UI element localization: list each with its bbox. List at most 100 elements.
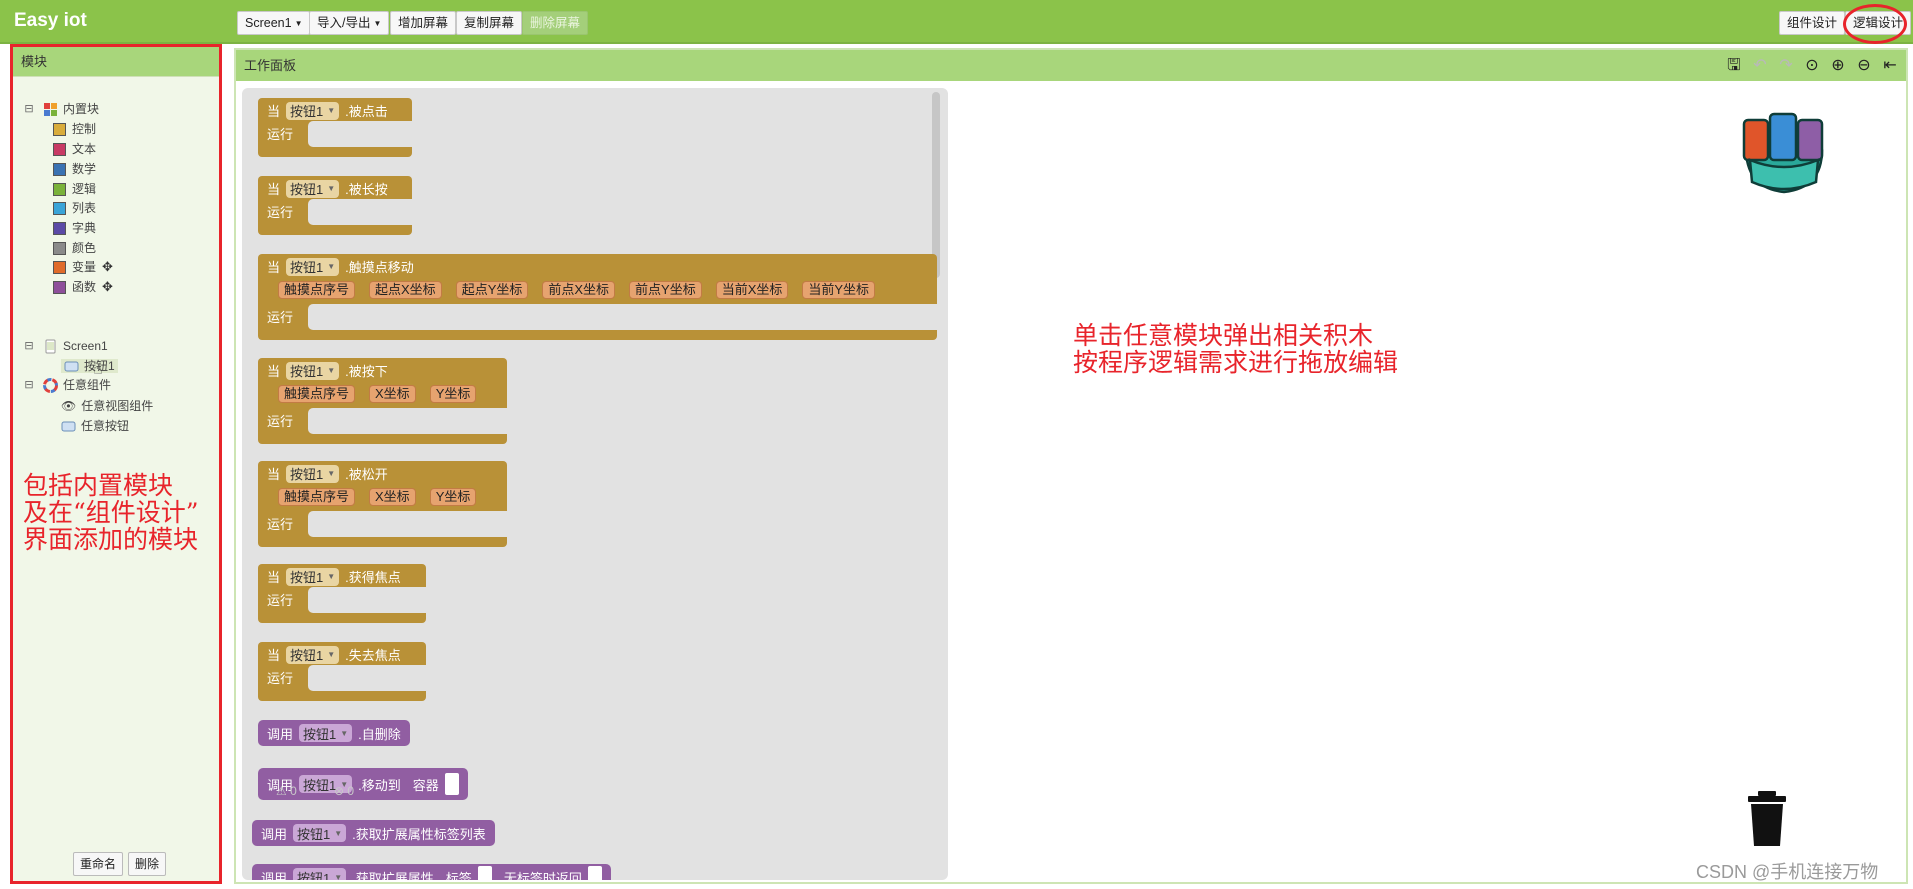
statement-slot[interactable] (308, 304, 937, 330)
event-parameter[interactable]: 前点X坐标 (542, 281, 616, 299)
input-socket[interactable] (477, 866, 492, 880)
tree-item-builtin[interactable]: 函数 ✥ (53, 276, 113, 298)
event-parameter[interactable]: 起点Y坐标 (455, 281, 529, 299)
collapse-icon[interactable]: ⊟ (23, 374, 35, 396)
event-parameter[interactable]: 触摸点序号 (278, 385, 356, 403)
undo-icon[interactable]: ↶ (1750, 55, 1770, 75)
event-block[interactable]: 当按钮1 ▼ .失去焦点 运行 (258, 642, 426, 701)
event-parameter[interactable]: Y坐标 (429, 385, 477, 403)
delete-button[interactable]: 删除 (128, 852, 167, 876)
event-block[interactable]: 当按钮1 ▼ .触摸点移动 触摸点序号 起点X坐标 起点Y坐标 前点X坐标 前点Y坐标 当前X坐… (258, 254, 937, 340)
warning-indicator[interactable]: ⚠ 0 (276, 784, 297, 798)
trash-icon[interactable] (1746, 790, 1788, 848)
workspace[interactable]: 工作面板 🖫 ↶ ↷ ⊙ ⊕ ⊖ ⇤ 当按钮1 ▼ .被点击 运行当按钮1 ▼ .被长按运… (234, 48, 1908, 884)
input-socket[interactable] (587, 866, 602, 880)
event-parameter[interactable]: X坐标 (369, 488, 416, 506)
screen-select-label: Screen1 (245, 16, 292, 30)
tree-node-screen1[interactable]: ⊟ Screen1 (23, 335, 108, 357)
event-parameter[interactable]: 前点Y坐标 (629, 281, 702, 299)
collapse-icon[interactable]: ⊟ (23, 335, 35, 357)
component-name: 按钮1 (290, 648, 324, 663)
tree-item-builtin[interactable]: 变量 ✥ (53, 256, 113, 278)
chevron-down-icon: ▼ (294, 18, 303, 28)
top-bar: Easy iot Screen1 ▼ 导入/导出 ▼ 增加屏幕 复制屏幕 删除屏幕 … (0, 0, 1913, 44)
event-name: .被长按 (345, 182, 388, 197)
method-arg-label: 容器 (412, 777, 439, 793)
zoom-in-icon[interactable]: ⊕ (1828, 55, 1848, 75)
exit-fullscreen-icon[interactable]: ⇤ (1880, 55, 1900, 75)
button-component-icon (61, 421, 76, 432)
tree-node-any-component[interactable]: ⊟ 任意组件 (23, 374, 111, 396)
statement-slot[interactable] (308, 511, 507, 537)
component-dropdown[interactable]: 按钮1 ▼ (286, 567, 340, 586)
event-parameter[interactable]: 触摸点序号 (278, 281, 356, 299)
button-component-icon (64, 361, 79, 372)
backpack-icon[interactable] (1736, 108, 1832, 198)
component-dropdown[interactable]: 按钮1 ▼ (293, 824, 347, 842)
statement-slot[interactable] (308, 665, 426, 691)
when-label: 当 (267, 364, 281, 379)
component-dropdown[interactable]: 按钮1 ▼ (286, 179, 340, 198)
warning-count: 0 (290, 784, 297, 798)
method-call-block[interactable]: 调用 按钮1 ▼ .获取扩展属性 标签 无标签时返回 (252, 864, 611, 880)
statement-slot[interactable] (308, 587, 426, 613)
component-dropdown[interactable]: 按钮1 ▼ (286, 645, 340, 664)
event-block[interactable]: 当按钮1 ▼ .被松开 触摸点序号 X坐标 Y坐标 运行 (258, 461, 507, 547)
component-dropdown[interactable]: 按钮1 ▼ (286, 101, 340, 120)
event-block[interactable]: 当按钮1 ▼ .被长按 运行 (258, 176, 412, 235)
method-call-block[interactable]: 调用 按钮1 ▼ .获取扩展属性标签列表 (252, 820, 495, 846)
event-parameter[interactable]: 起点X坐标 (369, 281, 442, 299)
statement-slot[interactable] (308, 408, 507, 434)
tree-item-builtin[interactable]: 列表 (53, 197, 96, 219)
event-block[interactable]: 当按钮1 ▼ .被点击 运行 (258, 98, 412, 157)
tree-label: 逻辑 (72, 182, 97, 196)
event-parameter[interactable]: 当前Y坐标 (802, 281, 876, 299)
component-dropdown[interactable]: 按钮1 ▼ (286, 257, 340, 276)
import-export-button[interactable]: 导入/导出 ▼ (309, 11, 390, 35)
copy-screen-button[interactable]: 复制屏幕 (456, 11, 523, 35)
tree-label: 列表 (72, 201, 97, 215)
component-dropdown[interactable]: 按钮1 ▼ (286, 361, 340, 380)
tree-item-builtin[interactable]: 字典 (53, 217, 96, 239)
tree-item-builtin[interactable]: 文本 (53, 138, 96, 160)
designer-button[interactable]: 组件设计 (1779, 11, 1846, 35)
component-dropdown[interactable]: 按钮1 ▼ (293, 868, 347, 880)
zoom-out-icon[interactable]: ⊖ (1854, 55, 1874, 75)
event-parameter[interactable]: X坐标 (369, 385, 416, 403)
move-icon[interactable]: ✥ (102, 279, 113, 294)
input-socket[interactable] (444, 773, 459, 795)
statement-slot[interactable] (308, 121, 412, 147)
rename-button[interactable]: 重命名 (73, 852, 124, 876)
redo-icon[interactable]: ↷ (1776, 55, 1796, 75)
statement-slot[interactable] (308, 199, 412, 225)
button1-row: 按钮1 (61, 359, 118, 373)
event-name: .被松开 (345, 467, 388, 482)
method-call-block[interactable]: 调用 按钮1 ▼ .自删除 (258, 720, 410, 746)
error-indicator[interactable]: ⊗ 0 (334, 784, 354, 798)
tree-item-builtin[interactable]: 控制 (53, 118, 96, 140)
screen-select-button[interactable]: Screen1 ▼ (237, 11, 311, 35)
save-icon[interactable]: 🖫 (1724, 55, 1744, 75)
event-block[interactable]: 当按钮1 ▼ .被按下 触摸点序号 X坐标 Y坐标 运行 (258, 358, 507, 444)
component-dropdown[interactable]: 按钮1 ▼ (286, 464, 340, 483)
event-parameter[interactable]: 触摸点序号 (278, 488, 356, 506)
move-icon[interactable]: ✥ (102, 259, 113, 274)
event-name: .被点击 (345, 104, 388, 119)
tree-item-any-button[interactable]: 任意按钮 (61, 415, 129, 437)
dropdown-arrow-icon: ▼ (334, 828, 343, 838)
tree-item-builtin[interactable]: 数学 (53, 158, 96, 180)
event-block[interactable]: 当按钮1 ▼ .获得焦点 运行 (258, 564, 426, 623)
do-row: 运行 (267, 307, 293, 326)
collapse-icon[interactable]: ⊟ (23, 98, 35, 120)
add-screen-button[interactable]: 增加屏幕 (390, 11, 457, 35)
component-dropdown[interactable]: 按钮1 ▼ (299, 724, 353, 742)
tree-item-any-view[interactable]: 👁 任意视图组件 (61, 395, 153, 417)
event-parameter[interactable]: Y坐标 (429, 488, 477, 506)
delete-screen-button[interactable]: 删除屏幕 (522, 11, 589, 35)
tree-node-builtin[interactable]: ⊟ 内置块 (23, 98, 99, 120)
category-swatch (53, 242, 66, 256)
when-label: 当 (267, 570, 281, 585)
event-parameter[interactable]: 当前X坐标 (715, 281, 789, 299)
center-icon[interactable]: ⊙ (1802, 55, 1822, 75)
flyout-scrollbar[interactable] (932, 92, 940, 278)
